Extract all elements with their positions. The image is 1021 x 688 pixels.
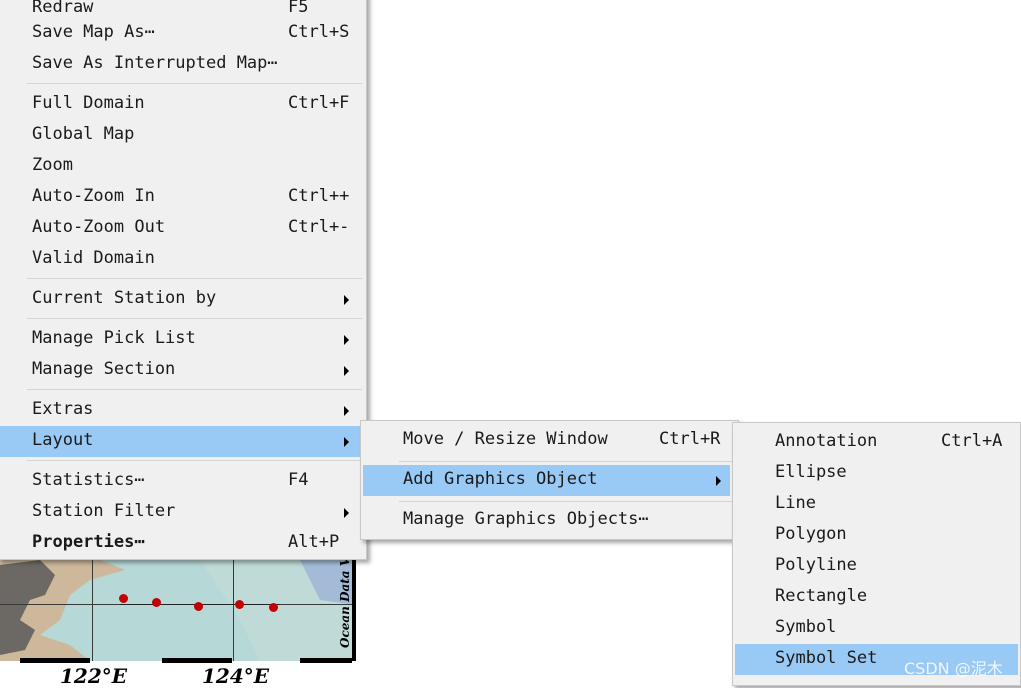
menu-item-label: Line <box>775 493 816 513</box>
menu-item-shortcut: Ctrl++ <box>288 186 350 206</box>
menu-item-label: Save Map As⋯ <box>32 22 155 42</box>
grid-line <box>233 560 234 661</box>
menu-item-layout[interactable]: Layout <box>0 426 366 457</box>
menu-item-label: Statistics⋯ <box>32 470 145 490</box>
submenu-arrow-icon <box>344 366 349 376</box>
menu-item-auto-zoom-in[interactable]: Auto-Zoom In Ctrl++ <box>0 182 366 213</box>
menu-item-label: Properties⋯ <box>32 532 145 552</box>
menu-item-label: Ellipse <box>775 462 847 482</box>
menu-item-shortcut: Ctrl+F <box>288 93 350 113</box>
menu-item-label: Manage Pick List <box>32 328 196 348</box>
menu-separator <box>27 318 362 319</box>
submenu-arrow-icon <box>344 335 349 345</box>
menu-item-rectangle[interactable]: Rectangle <box>733 582 1020 613</box>
menu-item-current-station-by[interactable]: Current Station by <box>0 284 366 315</box>
watermark: CSDN @泥木 <box>904 659 1003 678</box>
station-marker[interactable] <box>119 594 128 603</box>
menu-item-shortcut: F5 <box>288 0 309 17</box>
menu-item-symbol[interactable]: Symbol <box>733 613 1020 644</box>
menu-item-zoom[interactable]: Zoom <box>0 151 366 182</box>
menu-item-label: Valid Domain <box>32 248 155 268</box>
menu-item-label: Full Domain <box>32 93 145 113</box>
menu-item-label: Add Graphics Object <box>403 469 598 489</box>
menu-item-shortcut: Ctrl+S <box>288 22 350 42</box>
lon-label: 122°E <box>60 664 127 688</box>
axis-bar <box>162 658 232 663</box>
menu-item-label: Annotation <box>775 431 878 451</box>
menu-item-label: Zoom <box>32 155 73 175</box>
menu-item-label: Global Map <box>32 124 135 144</box>
menu-item-line[interactable]: Line <box>733 489 1020 520</box>
lon-label: 124°E <box>202 664 269 688</box>
grid-line <box>92 560 93 661</box>
menu-separator <box>27 460 362 461</box>
menu-item-label: Manage Section <box>32 359 176 379</box>
land-mass <box>0 560 356 661</box>
submenu-arrow-icon <box>344 406 349 416</box>
menu-item-valid-domain[interactable]: Valid Domain <box>0 244 366 275</box>
axis-bar <box>20 658 90 663</box>
menu-item-label: Symbol <box>775 617 837 637</box>
menu-separator <box>399 461 732 462</box>
menu-item-label: Manage Graphics Objects⋯ <box>403 509 649 529</box>
menu-item-label: Layout <box>32 430 94 450</box>
main-context-menu: Redraw F5 Save Map As⋯ Ctrl+S Save As Inte… <box>0 0 367 560</box>
menu-item-save-map-as[interactable]: Save Map As⋯ Ctrl+S <box>0 18 366 49</box>
menu-item-properties[interactable]: Properties⋯ Alt+P <box>0 528 366 559</box>
menu-item-auto-zoom-out[interactable]: Auto-Zoom Out Ctrl+- <box>0 213 366 244</box>
menu-item-shortcut: Alt+P <box>288 532 340 552</box>
menu-item-polygon[interactable]: Polygon <box>733 520 1020 551</box>
station-marker[interactable] <box>194 602 203 611</box>
menu-separator <box>399 501 732 502</box>
menu-item-shortcut: Ctrl+- <box>288 217 350 237</box>
submenu-arrow-icon <box>344 437 349 447</box>
station-marker[interactable] <box>235 600 244 609</box>
layout-submenu: Move / Resize Window Ctrl+R Add Graphics … <box>360 420 739 540</box>
submenu-arrow-icon <box>344 295 349 305</box>
menu-item-shortcut: Ctrl+R <box>659 429 721 449</box>
menu-item-label: Auto-Zoom Out <box>32 217 166 237</box>
station-marker[interactable] <box>269 603 278 612</box>
menu-item-label: Polyline <box>775 555 857 575</box>
menu-item-shortcut: F4 <box>288 470 309 490</box>
menu-item-save-interrupted-map[interactable]: Save As Interrupted Map⋯ <box>0 49 366 80</box>
menu-item-label: Rectangle <box>775 586 868 606</box>
menu-item-label: Auto-Zoom In <box>32 186 155 206</box>
axis-bar <box>300 658 352 663</box>
menu-item-global-map[interactable]: Global Map <box>0 120 366 151</box>
menu-item-move-resize-window[interactable]: Move / Resize Window Ctrl+R <box>361 425 738 456</box>
menu-item-annotation[interactable]: Annotation Ctrl+A <box>733 427 1020 458</box>
menu-item-manage-section[interactable]: Manage Section <box>0 355 366 386</box>
map-view[interactable] <box>0 560 356 661</box>
map-frame <box>352 560 356 661</box>
menu-item-manage-graphics-objects[interactable]: Manage Graphics Objects⋯ <box>361 505 738 536</box>
menu-item-label: Extras <box>32 399 94 419</box>
menu-item-add-graphics-object[interactable]: Add Graphics Object <box>363 465 730 496</box>
menu-item-manage-pick-list[interactable]: Manage Pick List <box>0 324 366 355</box>
menu-item-polyline[interactable]: Polyline <box>733 551 1020 582</box>
station-marker[interactable] <box>152 598 161 607</box>
menu-separator <box>27 83 362 84</box>
submenu-arrow-icon <box>344 508 349 518</box>
menu-item-shortcut: Ctrl+A <box>941 431 1003 451</box>
menu-item-label: Current Station by <box>32 288 217 308</box>
menu-item-label: Save As Interrupted Map⋯ <box>32 53 278 73</box>
menu-item-label: Move / Resize Window <box>403 429 608 449</box>
menu-item-label: Station Filter <box>32 501 176 521</box>
menu-item-statistics[interactable]: Statistics⋯ F4 <box>0 466 366 497</box>
menu-item-full-domain[interactable]: Full Domain Ctrl+F <box>0 89 366 120</box>
menu-item-extras[interactable]: Extras <box>0 395 366 426</box>
menu-separator <box>27 278 362 279</box>
menu-item-station-filter[interactable]: Station Filter <box>0 497 366 528</box>
graphics-object-submenu: Annotation Ctrl+A Ellipse Line Polygon Po… <box>732 422 1021 686</box>
menu-separator <box>27 389 362 390</box>
menu-item-label: Polygon <box>775 524 847 544</box>
submenu-arrow-icon <box>716 476 721 486</box>
menu-item-ellipse[interactable]: Ellipse <box>733 458 1020 489</box>
menu-item-label: Redraw <box>32 0 94 17</box>
menu-item-label: Symbol Set <box>775 648 878 668</box>
